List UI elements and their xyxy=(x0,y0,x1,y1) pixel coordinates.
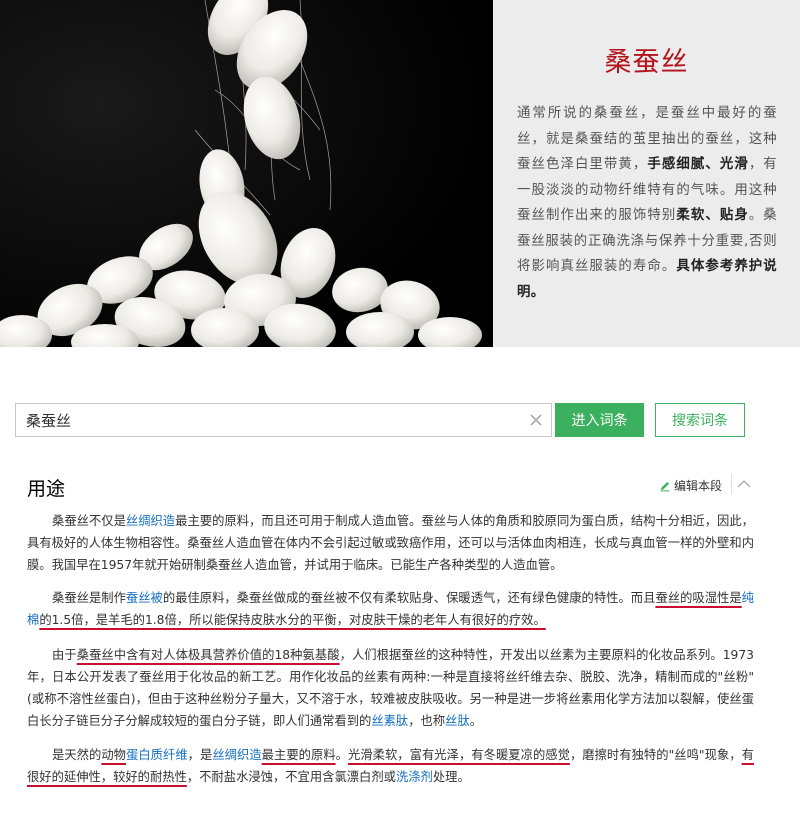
encyclopedia-link[interactable]: 蚕丝被 xyxy=(126,591,163,605)
paragraph-text: ，不耐盐水浸蚀，不宜用含氯漂白剂或 xyxy=(186,770,396,784)
search-box[interactable] xyxy=(15,403,552,437)
highlighted-text: 蚕丝的吸湿性是 xyxy=(655,591,742,605)
banner-desc-highlight: 手感细腻、光滑 xyxy=(647,157,749,172)
paragraph-text: 桑蚕丝不仅是 xyxy=(52,514,126,528)
banner-info-panel: 桑蚕丝 通常所说的桑蚕丝，是蚕丝中最好的蚕丝，就是桑蚕结的茧里抽出的蚕丝，这种蚕… xyxy=(493,0,800,347)
usage-paragraph: 由于桑蚕丝中含有对人体极具营养价值的18种氨基酸，人们根据蚕丝的这种特性，开发出… xyxy=(27,644,754,732)
paragraph-text: ，也称 xyxy=(408,714,446,728)
pencil-icon xyxy=(660,481,670,491)
edit-section-label: 编辑本段 xyxy=(674,479,723,493)
banner: 桑蚕丝 通常所说的桑蚕丝，是蚕丝中最好的蚕丝，就是桑蚕结的茧里抽出的蚕丝，这种蚕… xyxy=(0,0,800,347)
encyclopedia-link[interactable]: 蛋白质纤维 xyxy=(126,748,188,762)
paragraph-text: 是天然的 xyxy=(52,748,102,762)
chevron-up-icon[interactable] xyxy=(737,479,751,489)
cocoon-image xyxy=(0,0,493,347)
highlighted-text: 光滑柔软，富有光泽，有冬暖夏凉的感觉 xyxy=(347,748,570,762)
paragraph-text: ，是 xyxy=(187,748,213,762)
encyclopedia-link[interactable]: 丝绸织造 xyxy=(126,514,175,528)
encyclopedia-link[interactable]: 丝绸织造 xyxy=(212,748,261,762)
banner-title: 桑蚕丝 xyxy=(604,47,689,78)
encyclopedia-link[interactable]: 丝肽 xyxy=(445,714,470,728)
highlighted-text: 动物 xyxy=(101,748,126,762)
usage-paragraph: 是天然的动物蛋白质纤维，是丝绸织造最主要的原料。光滑柔软，富有光泽，有冬暖夏凉的… xyxy=(27,744,754,788)
usage-paragraph: 桑蚕丝不仅是丝绸织造最主要的原料，而且还可用于制成人造血管。蚕丝与人体的角质和胶… xyxy=(27,510,754,576)
paragraph-text: 处理。 xyxy=(432,770,470,784)
header-divider xyxy=(731,474,732,494)
search-input[interactable] xyxy=(26,404,526,436)
edit-section-link[interactable]: 编辑本段 xyxy=(659,477,722,494)
highlighted-text: 的1.5倍，是羊毛的1.8倍，所以能保持皮肤水分的平衡，对皮肤干燥的老年人有很好… xyxy=(39,613,546,627)
banner-description: 通常所说的桑蚕丝，是蚕丝中最好的蚕丝，就是桑蚕结的茧里抽出的蚕丝，这种蚕丝色泽白… xyxy=(517,101,777,305)
close-icon[interactable] xyxy=(529,413,543,427)
paragraph-text: 由于 xyxy=(52,648,77,662)
banner-desc-highlight: 柔软、贴身 xyxy=(676,208,749,223)
section-title: 用途 xyxy=(27,478,66,500)
highlighted-text: 最主要的原料 xyxy=(261,748,336,762)
paragraph-text: 的最佳原料，桑蚕丝做成的蚕丝被不仅有柔软贴身、保暖透气，还有绿色健康的特性。而且 xyxy=(162,591,656,605)
usage-paragraph: 桑蚕丝是制作蚕丝被的最佳原料，桑蚕丝做成的蚕丝被不仅有柔软贴身、保暖透气，还有绿… xyxy=(27,587,754,631)
encyclopedia-link[interactable]: 洗涤剂 xyxy=(396,770,433,784)
search-entry-button[interactable]: 搜索词条 xyxy=(655,403,745,437)
highlighted-text: 桑蚕丝中含有对人体极具营养价值的18种氨基酸 xyxy=(76,648,340,662)
paragraph-text: ，磨擦时有独特的"丝鸣"现象， xyxy=(569,748,742,762)
encyclopedia-link[interactable]: 丝素肽 xyxy=(371,714,408,728)
enter-entry-button[interactable]: 进入词条 xyxy=(555,403,644,437)
silk-cocoon-photo xyxy=(0,0,493,347)
paragraph-text: 。 xyxy=(335,748,348,762)
paragraph-text: 桑蚕丝是制作 xyxy=(52,591,126,605)
paragraph-text: 。 xyxy=(469,714,483,728)
